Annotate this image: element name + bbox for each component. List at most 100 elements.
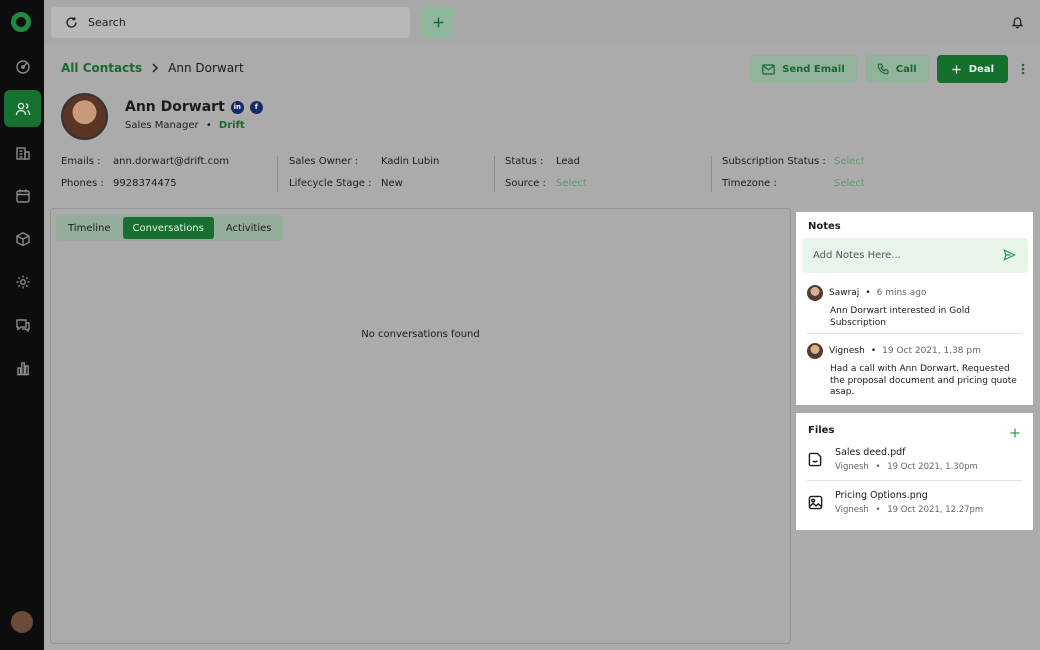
add-deal-button[interactable]: Deal <box>936 55 1008 83</box>
add-note-placeholder: Add Notes Here... <box>813 250 901 261</box>
nav-products[interactable] <box>4 220 41 257</box>
search-placeholder: Search <box>88 16 126 29</box>
nav-contacts[interactable] <box>4 90 41 127</box>
timezone-label: Timezone : <box>722 178 777 189</box>
gauge-icon <box>15 59 30 74</box>
deal-label: Deal <box>968 63 994 75</box>
tab-conversations[interactable]: Conversations <box>122 217 214 239</box>
tab-bar: Timeline Conversations Activities <box>56 215 284 241</box>
notes-panel: Notes Add Notes Here... Sawraj • 6 mins … <box>796 212 1033 405</box>
phones-label: Phones : <box>61 178 104 189</box>
lifecycle-stage-label: Lifecycle Stage : <box>289 178 372 189</box>
sales-owner-label: Sales Owner : <box>289 156 358 167</box>
note-author-avatar <box>807 343 823 359</box>
details-divider <box>711 156 712 192</box>
contact-title: Sales Manager <box>125 120 199 131</box>
timezone-select[interactable]: Select <box>834 178 865 189</box>
add-note-input[interactable]: Add Notes Here... <box>802 238 1028 273</box>
contact-name: Ann Dorwart <box>125 99 225 115</box>
plus-icon <box>1010 428 1020 438</box>
file-divider <box>807 480 1022 481</box>
chevron-right-icon <box>152 63 159 73</box>
tab-activities[interactable]: Activities <box>216 217 282 239</box>
status-label: Status : <box>505 156 544 167</box>
contact-avatar <box>61 93 108 140</box>
call-label: Call <box>895 63 917 75</box>
sales-owner-value[interactable]: Kadin Lubin <box>381 156 439 167</box>
plus-icon <box>952 64 961 74</box>
note-text: Had a call with Ann Dorwart. Requested t… <box>830 364 1017 397</box>
note-author: Vignesh <box>829 346 865 356</box>
empty-state-message: No conversations found <box>361 329 480 340</box>
source-select[interactable]: Select <box>556 178 587 189</box>
gear-icon <box>16 275 29 288</box>
users-icon <box>15 102 30 115</box>
breadcrumb-current: Ann Dorwart <box>168 61 244 75</box>
plus-icon <box>433 17 443 28</box>
status-value[interactable]: Lead <box>556 156 580 167</box>
send-note-button[interactable] <box>1003 249 1017 264</box>
note-time: 19 Oct 2021, 1.38 pm <box>882 346 981 356</box>
note-item: Sawraj • 6 mins ago Ann Dorwart interest… <box>807 285 1022 329</box>
nav-companies[interactable] <box>4 134 41 171</box>
nav-dashboard[interactable] <box>4 48 41 85</box>
notifications-button[interactable] <box>1011 14 1024 33</box>
facebook-icon[interactable]: f <box>249 100 263 114</box>
file-item[interactable]: Sales deed.pdf Vignesh • 19 Oct 2021, 1.… <box>808 447 1023 472</box>
building-icon <box>15 146 30 160</box>
file-time: 19 Oct 2021, 1.30pm <box>887 462 978 472</box>
subscription-status-label: Subscription Status : <box>722 156 826 167</box>
nav-settings[interactable] <box>4 263 41 300</box>
file-separator: • <box>875 505 881 515</box>
note-author-avatar <box>807 285 823 301</box>
chat-icon <box>15 318 30 332</box>
notes-title: Notes <box>808 221 841 232</box>
title-separator: • <box>205 120 212 131</box>
file-author: Vignesh <box>835 505 869 515</box>
phones-value[interactable]: 9928374475 <box>113 178 177 189</box>
bar-chart-icon <box>16 361 29 375</box>
conversation-panel: Timeline Conversations Activities No con… <box>50 208 791 644</box>
top-bar: Search <box>44 0 1040 44</box>
add-new-button[interactable] <box>422 7 454 38</box>
user-avatar[interactable] <box>11 611 33 633</box>
nav-calendar[interactable] <box>4 177 41 214</box>
contact-details: Emails : ann.dorwart@drift.com Phones : … <box>61 156 1021 196</box>
send-email-button[interactable]: Send Email <box>750 55 857 83</box>
lifecycle-stage-value[interactable]: New <box>381 178 403 189</box>
details-divider <box>277 156 278 192</box>
nav-reports[interactable] <box>4 349 41 386</box>
header-actions: Send Email Call Deal <box>750 55 1030 83</box>
box-icon <box>15 231 30 246</box>
breadcrumb: All Contacts Ann Dorwart <box>61 61 244 75</box>
phone-icon <box>877 63 889 75</box>
details-divider <box>494 156 495 192</box>
contact-company[interactable]: Drift <box>219 120 245 131</box>
add-file-button[interactable] <box>1009 424 1021 443</box>
subscription-status-select[interactable]: Select <box>834 156 865 167</box>
tab-timeline[interactable]: Timeline <box>58 217 121 239</box>
emails-value[interactable]: ann.dorwart@drift.com <box>113 156 229 167</box>
more-options-button[interactable] <box>1016 55 1030 83</box>
call-button[interactable]: Call <box>864 55 929 83</box>
nav-messages[interactable] <box>4 306 41 343</box>
file-item[interactable]: Pricing Options.png Vignesh • 19 Oct 202… <box>808 490 1023 515</box>
note-divider <box>807 333 1022 334</box>
emails-label: Emails : <box>61 156 101 167</box>
bell-icon <box>1011 17 1024 29</box>
file-name[interactable]: Sales deed.pdf <box>835 447 978 458</box>
contact-header: All Contacts Ann Dorwart Send Email Call… <box>44 44 1040 206</box>
files-panel: Files Sales deed.pdf Vignesh • 19 Oct 20… <box>796 413 1033 530</box>
note-separator: • <box>870 346 877 356</box>
image-icon <box>808 495 823 510</box>
search-box[interactable]: Search <box>51 7 410 38</box>
file-time: 19 Oct 2021, 12.27pm <box>887 505 984 515</box>
app-logo[interactable] <box>11 12 31 32</box>
send-icon <box>1003 249 1017 261</box>
breadcrumb-parent-link[interactable]: All Contacts <box>61 61 142 75</box>
contact-profile: Ann Dorwart in f Sales Manager • Drift <box>61 93 263 140</box>
files-title: Files <box>808 425 835 436</box>
linkedin-icon[interactable]: in <box>230 100 244 114</box>
file-name[interactable]: Pricing Options.png <box>835 490 983 501</box>
calendar-icon <box>15 189 30 203</box>
